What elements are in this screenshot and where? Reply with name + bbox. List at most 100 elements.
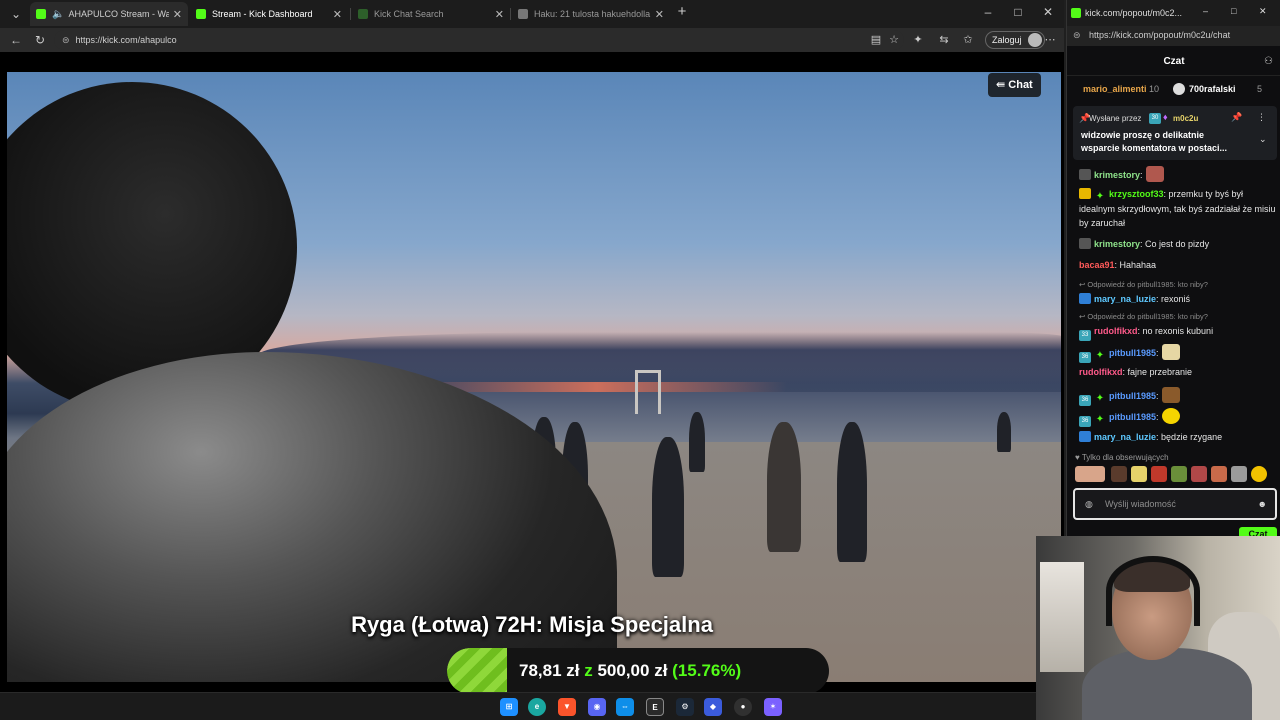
pinned-more-icon[interactable]: ⋮ [1257, 112, 1266, 123]
discord-icon[interactable]: ◉ [588, 698, 606, 716]
chat-username[interactable]: krimestory [1094, 239, 1140, 249]
close-tab-icon[interactable]: ✕ [495, 8, 504, 21]
steam-icon[interactable]: ⚙ [676, 698, 694, 716]
emote-icon[interactable] [1171, 466, 1187, 482]
reply-context[interactable]: ↩ Odpowiedź do pitbull1985: kto niby? [1079, 310, 1277, 324]
extensions-icon[interactable]: ✦ [910, 32, 926, 48]
emote-icon[interactable] [1211, 466, 1227, 482]
chat-message: rudolfikxd: fajne przebranie [1079, 365, 1277, 379]
video-person [997, 412, 1011, 452]
close-tab-icon[interactable]: ✕ [173, 8, 182, 21]
tab-kick-chat-search[interactable]: Kick Chat Search ✕ [352, 2, 510, 26]
reader-mode-icon[interactable]: ▤ [868, 32, 884, 48]
favorites-icon[interactable]: ✩ [960, 32, 976, 48]
tab-kick-dashboard[interactable]: Stream - Kick Dashboard ✕ [190, 2, 348, 26]
profile-avatar-icon [1027, 33, 1042, 47]
chat-toggle-icon: ⇚ [996, 79, 1009, 91]
chat-username[interactable]: krzysztoof33 [1109, 189, 1164, 199]
chat-message: ↩ Odpowiedź do pitbull1985: kto niby? ma… [1079, 278, 1277, 306]
chat-username[interactable]: pitbull1985 [1109, 348, 1156, 358]
emote-icon [1161, 408, 1180, 424]
site-info-icon[interactable]: ⊜ [62, 35, 70, 46]
reload-icon[interactable]: ↻ [32, 32, 48, 48]
chat-username[interactable]: mary_na_luzie [1094, 432, 1156, 442]
expand-chevron-icon[interactable]: ⌄ [1259, 134, 1267, 145]
chat-username[interactable]: pitbull1985 [1109, 412, 1156, 422]
chat-text: : [1140, 170, 1143, 180]
chat-username[interactable]: rudolfikxd [1079, 367, 1123, 377]
emote-icon[interactable] [1111, 466, 1127, 482]
obs-icon[interactable]: ● [734, 698, 752, 716]
leaderboard-user[interactable]: 700rafalski [1189, 84, 1236, 94]
tab-haku[interactable]: Haku: 21 tulosta hakuehdolla "lipa ✕ [512, 2, 670, 26]
epic-games-icon[interactable]: E [646, 698, 664, 716]
chat-url-bar[interactable]: ⊜ https://kick.com/popout/m0c2u/chat [1067, 26, 1280, 46]
chat-username[interactable]: pitbull1985 [1109, 391, 1156, 401]
webcam-streamer-body [1082, 648, 1252, 720]
emote-icon[interactable] [1191, 466, 1207, 482]
chat-message: 36 ✦ pitbull1985: [1079, 344, 1277, 363]
app-icon[interactable]: ✶ [764, 698, 782, 716]
stream-video-player[interactable] [7, 72, 1061, 682]
chat-toggle-label: Chat [1008, 79, 1033, 91]
emoji-picker-icon[interactable]: ☻ [1258, 490, 1267, 518]
chat-username[interactable]: mary_na_luzie [1094, 294, 1156, 304]
split-screen-icon[interactable]: ⇆ [936, 32, 952, 48]
emote-icon[interactable] [1251, 466, 1267, 482]
back-icon[interactable]: ← [8, 32, 24, 48]
chat-text: : Co jest do pizdy [1140, 239, 1210, 249]
video-person [652, 437, 684, 577]
app-icon[interactable]: ◆ [704, 698, 722, 716]
maximize-icon[interactable]: □ [1010, 4, 1026, 20]
minimize-icon[interactable]: – [980, 4, 996, 20]
unpin-icon[interactable]: 📌 [1231, 112, 1242, 123]
new-tab-button[interactable]: + [674, 4, 690, 20]
leaderboard-count: 5 [1257, 84, 1263, 94]
close-window-icon[interactable]: ✕ [1259, 6, 1267, 17]
emote-icon[interactable] [1075, 466, 1105, 482]
webcam-headset [1106, 556, 1200, 626]
pinned-author[interactable]: m0c2u [1173, 114, 1198, 123]
chat-message: ↩ Odpowiedź do pitbull1985: kto niby? 33… [1079, 310, 1277, 341]
chat-text: : [1156, 391, 1159, 401]
stream-title-overlay: Ryga (Łotwa) 72H: Misja Specjalna [351, 612, 713, 637]
tab-ahapulco[interactable]: 🔈 AHAPULCO Stream - Watch Li ✕ [30, 2, 188, 26]
emote-icon[interactable] [1131, 466, 1147, 482]
more-options-icon[interactable]: ⋯ [1042, 32, 1058, 48]
favorite-star-icon[interactable]: ☆ [886, 32, 902, 48]
chat-username[interactable]: krimestory [1094, 170, 1140, 180]
close-window-icon[interactable]: ✕ [1040, 4, 1056, 20]
emote-icon [1145, 166, 1164, 182]
speaker-muted-icon[interactable]: 🔈 [52, 9, 64, 20]
windows-start-icon[interactable]: ⊞ [500, 698, 518, 716]
chat-username[interactable]: bacaa91 [1079, 260, 1115, 270]
badge-icon [1079, 169, 1091, 180]
emote-icon[interactable] [1151, 466, 1167, 482]
close-tab-icon[interactable]: ✕ [333, 8, 342, 21]
site-info-icon[interactable]: ⊜ [1073, 30, 1081, 41]
tab-bar: ⌄ 🔈 AHAPULCO Stream - Watch Li ✕ Stream … [0, 0, 1064, 28]
emote-icon[interactable] [1231, 466, 1247, 482]
page-viewport: ⇚ Chat Ryga (Łotwa) 72H: Misja Specjalna… [0, 52, 1064, 694]
close-tab-icon[interactable]: ✕ [655, 8, 664, 21]
gift-leaderboard: mario_alimenti 10 700rafalski 5 [1067, 80, 1280, 100]
reply-context[interactable]: ↩ Odpowiedź do pitbull1985: kto niby? [1079, 278, 1277, 292]
maximize-icon[interactable]: □ [1231, 6, 1236, 16]
pinned-message[interactable]: 📌 Wysłane przez 30 ♦ m0c2u 📌 ⋮ widzowie … [1073, 106, 1277, 160]
chat-text: : [1156, 348, 1159, 358]
url-field[interactable]: ⊜ https://kick.com/ahapulco [54, 30, 904, 50]
chat-message-input[interactable]: ◍ Wyślij wiadomość ☻ [1073, 488, 1277, 520]
leaderboard-user[interactable]: mario_alimenti [1083, 84, 1147, 94]
chat-users-icon[interactable]: ⚇ [1264, 48, 1273, 76]
chat-toggle-button[interactable]: ⇚ Chat [988, 73, 1041, 97]
tab-separator [350, 8, 351, 20]
edge-icon[interactable]: e [528, 698, 546, 716]
login-button[interactable]: Zaloguj [985, 31, 1045, 49]
tab-list-icon[interactable]: ⌄ [8, 6, 24, 22]
subscriber-badge-icon: 36 [1079, 395, 1091, 406]
brave-icon[interactable]: ▼ [558, 698, 576, 716]
teamviewer-icon[interactable]: ⇔ [616, 698, 634, 716]
chat-rules-icon[interactable]: ◍ [1085, 490, 1093, 518]
chat-username[interactable]: rudolfikxd [1094, 326, 1138, 336]
minimize-icon[interactable]: – [1203, 6, 1208, 16]
